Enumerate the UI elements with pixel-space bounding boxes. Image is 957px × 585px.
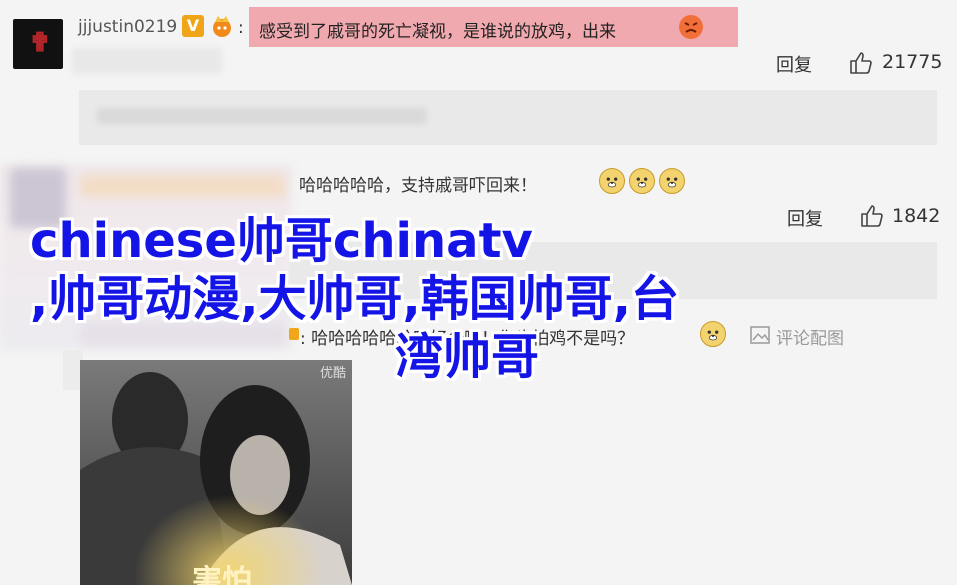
overlay-title-line: chinese帅哥chinatv — [30, 213, 533, 269]
comment-separator: : — [238, 18, 244, 38]
verified-badge-icon: V — [182, 15, 204, 37]
like-count: 21775 — [882, 51, 943, 73]
comment-image[interactable]: 优酷 害怕 — [80, 360, 352, 585]
image-caption: 害怕 — [192, 564, 252, 585]
comment-username[interactable]: jjjustin0219 — [78, 17, 177, 37]
overlay-title-line: 湾帅哥 — [395, 329, 540, 385]
vip-crown-icon — [209, 14, 235, 38]
emoji-icon — [677, 13, 705, 41]
dog-emoji-icon — [659, 168, 685, 194]
like-count: 1842 — [892, 205, 941, 227]
dog-emoji-icon — [629, 168, 655, 194]
comment-username[interactable] — [80, 175, 285, 197]
blurred-content — [97, 108, 427, 124]
quoted-reply-box — [79, 90, 937, 145]
comment-text: 哈哈哈哈哈，支持戚哥吓回来！ — [299, 176, 537, 196]
avatar-logo-icon: ✟ — [29, 28, 51, 58]
thumbs-up-icon[interactable] — [860, 204, 884, 228]
user-avatar[interactable]: ✟ — [13, 19, 63, 69]
thumbs-up-icon[interactable] — [849, 51, 873, 75]
reply-button[interactable]: 回复 — [787, 205, 823, 231]
overlay-title: chinese帅哥chinatv ,帅哥动漫,大帅哥,韩国帅哥,台 湾帅哥 — [30, 212, 790, 386]
comment-text-highlight: 感受到了戚哥的死亡凝视，是谁说的放鸡，出来 — [249, 7, 738, 47]
blurred-content — [72, 48, 222, 74]
overlay-title-line: ,帅哥动漫,大帅哥,韩国帅哥,台 — [30, 271, 679, 327]
comment-text: 感受到了戚哥的死亡凝视，是谁说的放鸡，出来 — [259, 22, 616, 42]
reply-button[interactable]: 回复 — [776, 51, 812, 77]
dog-emoji-icon — [599, 168, 625, 194]
